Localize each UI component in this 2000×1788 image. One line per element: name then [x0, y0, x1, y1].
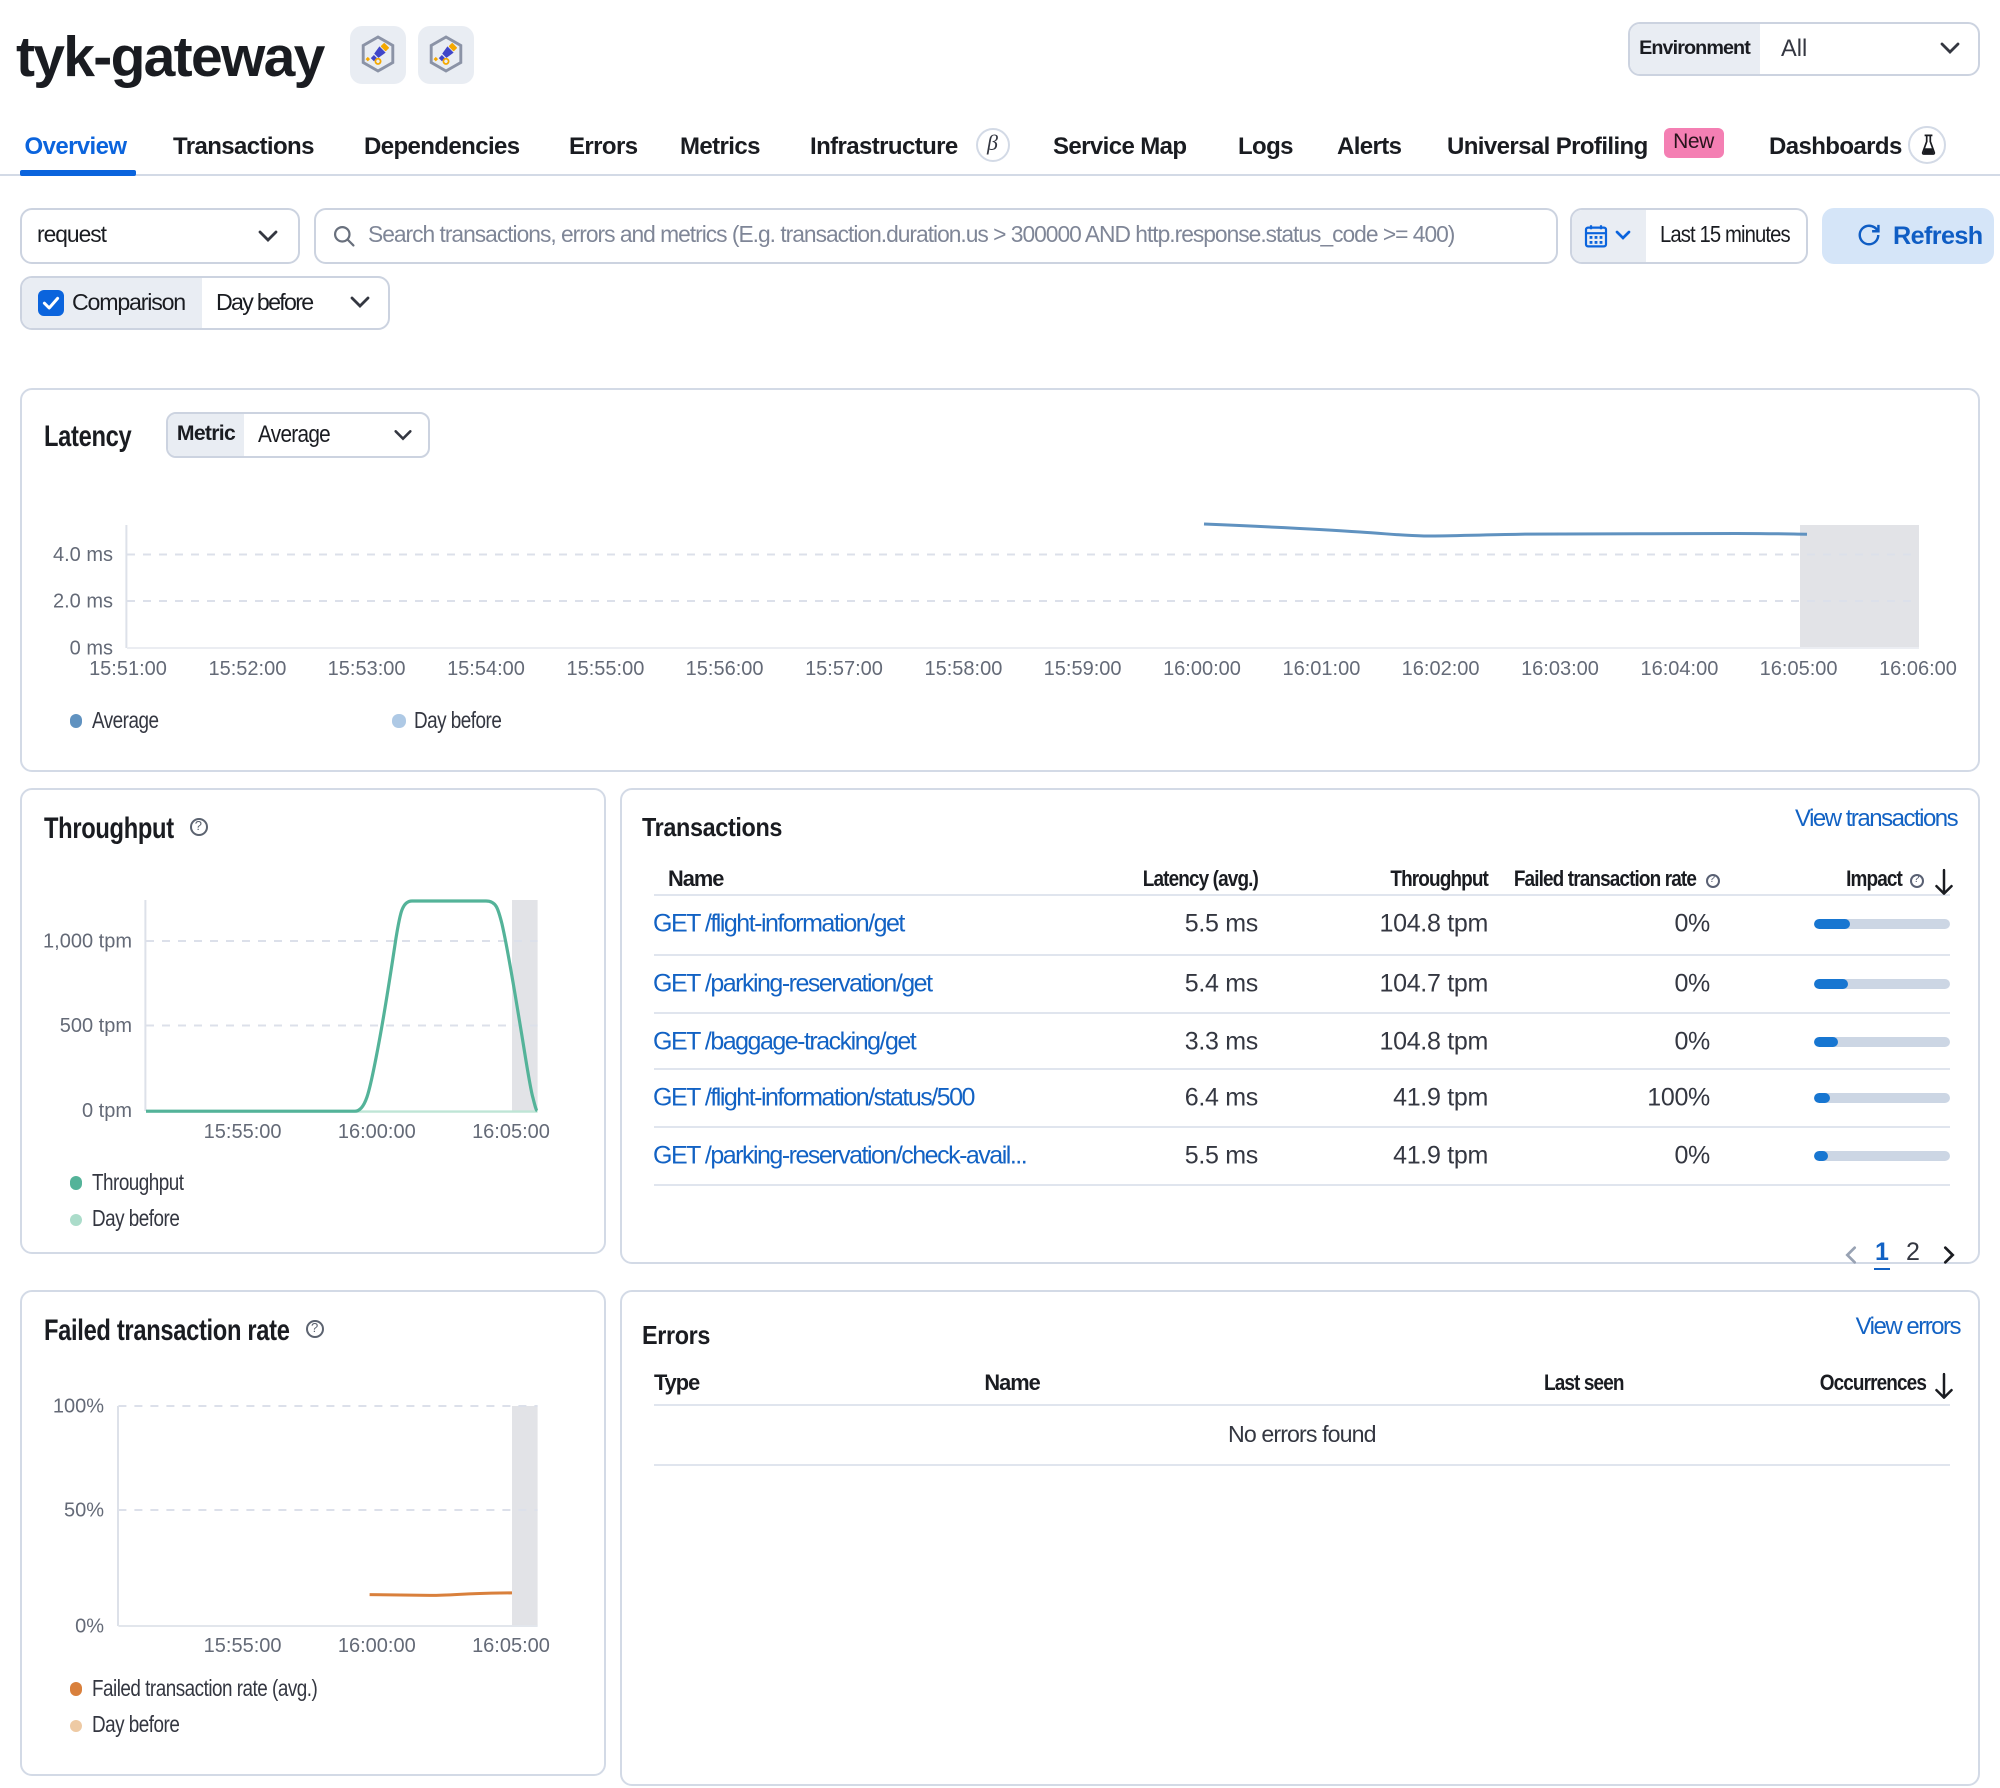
svg-text:16:06:00: 16:06:00	[1879, 658, 1957, 680]
svg-text:16:05:00: 16:05:00	[472, 1635, 550, 1657]
svg-text:15:55:00: 15:55:00	[204, 1635, 282, 1657]
svg-text:1,000 tpm: 1,000 tpm	[43, 931, 132, 953]
svg-text:15:56:00: 15:56:00	[686, 658, 764, 680]
svg-text:100%: 100%	[53, 1396, 104, 1418]
svg-text:15:54:00: 15:54:00	[447, 658, 525, 680]
svg-text:16:02:00: 16:02:00	[1402, 658, 1480, 680]
svg-text:0 ms: 0 ms	[70, 638, 113, 660]
svg-text:0%: 0%	[75, 1616, 104, 1638]
svg-text:16:05:00: 16:05:00	[1760, 658, 1838, 680]
svg-text:15:58:00: 15:58:00	[924, 658, 1002, 680]
svg-text:15:55:00: 15:55:00	[566, 658, 644, 680]
svg-text:16:03:00: 16:03:00	[1521, 658, 1599, 680]
svg-text:2.0 ms: 2.0 ms	[53, 591, 113, 613]
svg-text:16:04:00: 16:04:00	[1640, 658, 1718, 680]
svg-text:16:05:00: 16:05:00	[472, 1121, 550, 1143]
svg-text:15:53:00: 15:53:00	[328, 658, 406, 680]
svg-text:15:52:00: 15:52:00	[208, 658, 286, 680]
svg-text:16:00:00: 16:00:00	[1163, 658, 1241, 680]
svg-text:50%: 50%	[64, 1500, 104, 1522]
svg-text:16:00:00: 16:00:00	[338, 1121, 416, 1143]
svg-text:15:51:00: 15:51:00	[89, 658, 167, 680]
svg-text:15:55:00: 15:55:00	[204, 1121, 282, 1143]
svg-text:0 tpm: 0 tpm	[82, 1100, 132, 1122]
svg-text:16:00:00: 16:00:00	[338, 1635, 416, 1657]
svg-text:15:59:00: 15:59:00	[1044, 658, 1122, 680]
svg-text:4.0 ms: 4.0 ms	[53, 544, 113, 566]
svg-text:16:01:00: 16:01:00	[1282, 658, 1360, 680]
svg-text:15:57:00: 15:57:00	[805, 658, 883, 680]
svg-text:500 tpm: 500 tpm	[60, 1015, 132, 1037]
